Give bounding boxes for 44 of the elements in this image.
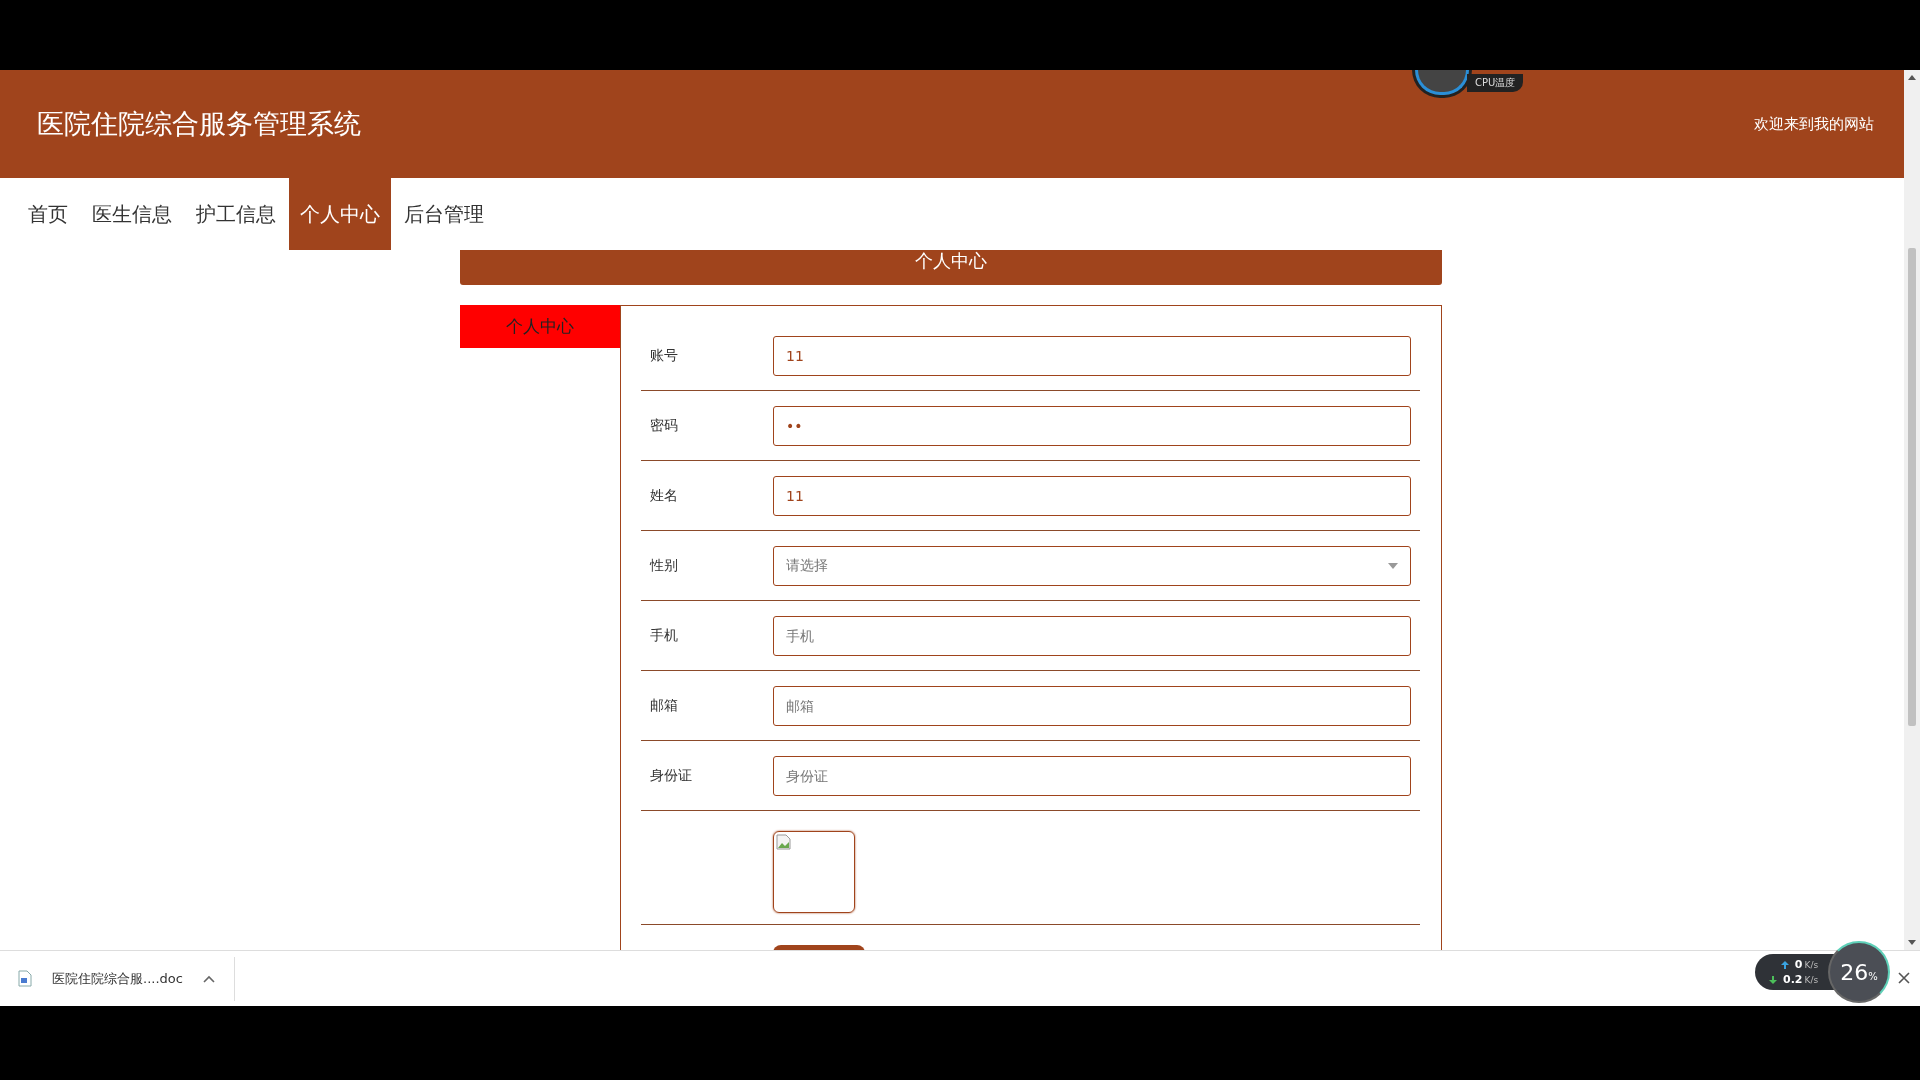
field-label: 性别 bbox=[648, 556, 679, 575]
side-menu-item[interactable]: 个人中心 bbox=[460, 305, 620, 348]
upload-speed: 0 bbox=[1794, 958, 1803, 971]
speed-unit: K/s bbox=[1804, 974, 1819, 985]
nav-tab[interactable]: 个人中心 bbox=[289, 178, 391, 250]
field-label: 姓名 bbox=[649, 486, 679, 505]
speed-unit: K/s bbox=[1804, 959, 1819, 970]
download-speed: 0.2 bbox=[1783, 973, 1803, 986]
broken-image-icon bbox=[776, 834, 792, 850]
scroll-thumb[interactable] bbox=[1908, 248, 1916, 726]
document-icon bbox=[18, 970, 32, 987]
usage-percent: 26 bbox=[1840, 959, 1869, 985]
input-field[interactable]: 身份证 bbox=[773, 755, 1411, 796]
download-arrow-icon bbox=[1769, 975, 1777, 984]
scrollbar[interactable] bbox=[1904, 70, 1920, 950]
password-field[interactable]: •• bbox=[773, 405, 1411, 446]
section-title: 个人中心 bbox=[460, 250, 1442, 285]
input-field[interactable]: 11 bbox=[773, 335, 1411, 376]
scroll-up-icon[interactable] bbox=[1908, 75, 1916, 80]
field-label: 手机 bbox=[649, 626, 679, 645]
field-label: 邮箱 bbox=[649, 696, 679, 715]
dropdown-icon bbox=[1388, 562, 1398, 569]
scroll-down-icon[interactable] bbox=[1908, 940, 1916, 945]
chevron-up-icon[interactable] bbox=[202, 974, 215, 983]
select-field[interactable]: 请选择 bbox=[773, 545, 1411, 586]
input-field[interactable]: 手机 bbox=[773, 615, 1411, 656]
site-title: 医院住院综合服务管理系统 bbox=[37, 107, 361, 141]
field-label: 身份证 bbox=[649, 766, 693, 785]
welcome-text: 欢迎来到我的网站 bbox=[1754, 114, 1874, 134]
field-label: 密码 bbox=[649, 416, 679, 435]
close-icon[interactable] bbox=[1898, 972, 1910, 984]
nav-tab[interactable]: 后台管理 bbox=[393, 178, 495, 250]
upload-arrow-icon bbox=[1780, 960, 1789, 969]
nav-tab[interactable]: 医生信息 bbox=[81, 178, 183, 250]
nav-tab[interactable]: 护工信息 bbox=[185, 178, 287, 250]
input-field[interactable]: 11 bbox=[773, 475, 1411, 516]
input-field[interactable]: 邮箱 bbox=[773, 685, 1411, 726]
nav-tab[interactable]: 首页 bbox=[17, 178, 79, 250]
download-filename[interactable]: 医院住院综合服....doc bbox=[52, 969, 183, 988]
image-upload[interactable] bbox=[773, 831, 855, 913]
field-label: 账号 bbox=[649, 346, 679, 365]
gauge-icon bbox=[1415, 70, 1469, 95]
percent-unit: % bbox=[1868, 970, 1878, 982]
cpu-label: CPU温度 bbox=[1467, 73, 1524, 92]
